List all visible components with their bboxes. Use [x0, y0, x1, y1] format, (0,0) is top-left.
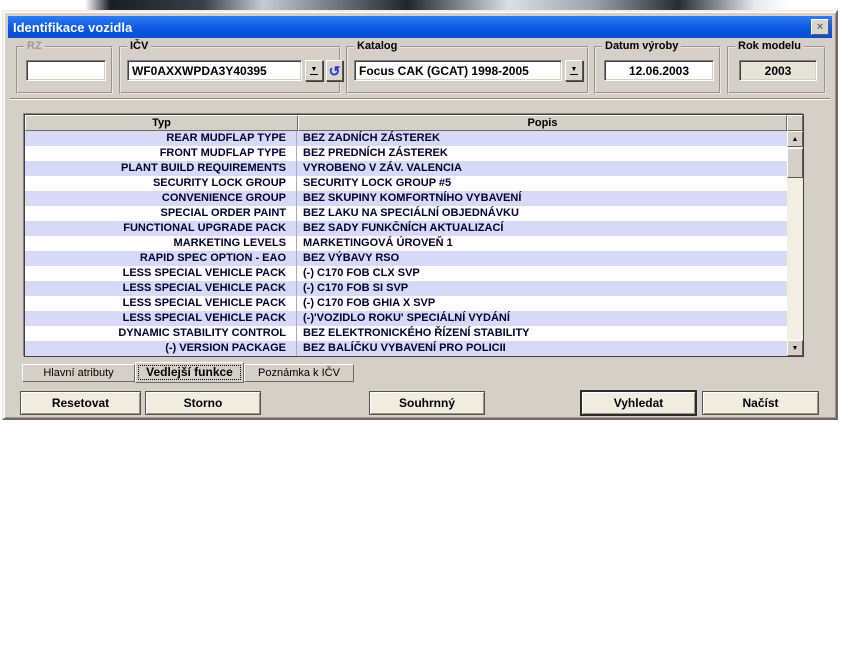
- cell-typ: RAPID SPEC OPTION - EAO: [25, 251, 297, 266]
- storno-button[interactable]: Storno: [145, 391, 261, 415]
- table-row[interactable]: CONVENIENCE GROUP BEZ SKUPINY KOMFORTNÍH…: [25, 191, 787, 206]
- table-row[interactable]: FUNCTIONAL UPGRADE PACK BEZ SADY FUNKČNÍ…: [25, 221, 787, 236]
- cell-popis: BEZ ZADNÍCH ZÁSTEREK: [297, 131, 787, 146]
- close-icon: ×: [817, 21, 823, 33]
- close-button[interactable]: ×: [811, 19, 829, 35]
- icv-dropdown-button[interactable]: ▼: [305, 60, 323, 81]
- cell-popis: (-) C170 FOB GHIA X SVP: [297, 296, 787, 311]
- table-header-corner: [787, 115, 803, 131]
- table-row[interactable]: MARKETING LEVELS MARKETINGOVÁ ÚROVEŇ 1: [25, 236, 787, 251]
- katalog-input[interactable]: [354, 60, 562, 81]
- cell-typ: CONVENIENCE GROUP: [25, 191, 297, 206]
- scroll-down-icon: ▼: [792, 345, 799, 352]
- refresh-icon: ↺: [329, 64, 341, 78]
- column-header-popis: Popis: [298, 115, 787, 131]
- icv-group-label: IČV: [127, 40, 151, 52]
- cell-popis: BEZ SADY FUNKČNÍCH AKTUALIZACÍ: [297, 221, 787, 236]
- table-row[interactable]: (-) VERSION PACKAGE BEZ BALÍČKU VYBAVENÍ…: [25, 341, 787, 356]
- nacist-button[interactable]: Načíst: [702, 391, 819, 415]
- tab-hlavni-atributy[interactable]: Hlavní atributy: [22, 364, 135, 382]
- vyhledat-button[interactable]: Vyhledat: [580, 390, 697, 416]
- table-row[interactable]: PLANT BUILD REQUIREMENTS VYROBENO V ZÁV.…: [25, 161, 787, 176]
- cell-popis: BEZ BALÍČKU VYBAVENÍ PRO POLICII: [297, 341, 787, 356]
- rok-modelu-input: [739, 60, 817, 81]
- tab-label: Vedlejší funkce: [146, 365, 233, 379]
- tab-label: Hlavní atributy: [43, 367, 113, 379]
- cell-typ: MARKETING LEVELS: [25, 236, 297, 251]
- cell-popis: BEZ SKUPINY KOMFORTNÍHO VYBAVENÍ: [297, 191, 787, 206]
- table-row[interactable]: SECURITY LOCK GROUP SECURITY LOCK GROUP …: [25, 176, 787, 191]
- tab-vedlejsi-funkce[interactable]: Vedlejší funkce: [135, 362, 244, 383]
- dialog-identifikace-vozidla: Identifikace vozidla × RZ IČV ▼ ↺ Katalo…: [2, 10, 838, 420]
- table-body: REAR MUDFLAP TYPE BEZ ZADNÍCH ZÁSTEREK F…: [25, 131, 787, 356]
- cell-typ: (-) VERSION PACKAGE: [25, 341, 297, 356]
- rz-group: RZ: [16, 46, 113, 94]
- resetovat-button[interactable]: Resetovat: [20, 391, 141, 415]
- scroll-thumb[interactable]: [787, 148, 803, 178]
- rok-modelu-group-label: Rok modelu: [735, 40, 804, 52]
- table-row[interactable]: RAPID SPEC OPTION - EAO BEZ VÝBAVY RSO: [25, 251, 787, 266]
- katalog-dropdown-button[interactable]: ▼: [565, 60, 583, 81]
- icv-input[interactable]: [127, 60, 302, 81]
- title-bar[interactable]: Identifikace vozidla ×: [8, 16, 832, 38]
- table-scrollbar[interactable]: ▲ ▼: [787, 131, 803, 356]
- cell-typ: PLANT BUILD REQUIREMENTS: [25, 161, 297, 176]
- table-row[interactable]: LESS SPECIAL VEHICLE PACK (-) C170 FOB C…: [25, 266, 787, 281]
- katalog-group: Katalog ▼: [346, 46, 589, 94]
- cell-typ: DYNAMIC STABILITY CONTROL: [25, 326, 297, 341]
- rok-modelu-group: Rok modelu: [727, 46, 826, 94]
- table-header: Typ Popis: [25, 115, 803, 131]
- cell-typ: FUNCTIONAL UPGRADE PACK: [25, 221, 297, 236]
- cell-popis: MARKETINGOVÁ ÚROVEŇ 1: [297, 236, 787, 251]
- cell-typ: LESS SPECIAL VEHICLE PACK: [25, 281, 297, 296]
- table-row[interactable]: LESS SPECIAL VEHICLE PACK (-) C170 FOB G…: [25, 296, 787, 311]
- cell-typ: SPECIAL ORDER PAINT: [25, 206, 297, 221]
- cell-popis: (-)'VOZIDLO ROKU' SPECIÁLNÍ VYDÁNÍ: [297, 311, 787, 326]
- cell-typ: LESS SPECIAL VEHICLE PACK: [25, 266, 297, 281]
- table-row[interactable]: LESS SPECIAL VEHICLE PACK (-) C170 FOB S…: [25, 281, 787, 296]
- scroll-up-button[interactable]: ▲: [787, 131, 803, 147]
- datum-vyroby-input[interactable]: [604, 60, 714, 81]
- cell-popis: SECURITY LOCK GROUP #5: [297, 176, 787, 191]
- combo-drop-icon: ▼: [570, 67, 579, 75]
- table-row[interactable]: REAR MUDFLAP TYPE BEZ ZADNÍCH ZÁSTEREK: [25, 131, 787, 146]
- cell-popis: BEZ ELEKTRONICKÉHO ŘÍZENÍ STABILITY: [297, 326, 787, 341]
- cell-popis: VYROBENO V ZÁV. VALENCIA: [297, 161, 787, 176]
- cell-popis: (-) C170 FOB CLX SVP: [297, 266, 787, 281]
- column-header-typ: Typ: [25, 115, 298, 131]
- table-row[interactable]: LESS SPECIAL VEHICLE PACK (-)'VOZIDLO RO…: [25, 311, 787, 326]
- icv-refresh-button[interactable]: ↺: [326, 60, 343, 81]
- screen: Identifikace vozidla × RZ IČV ▼ ↺ Katalo…: [0, 0, 848, 672]
- table-row[interactable]: FRONT MUDFLAP TYPE BEZ PREDNÍCH ZÁSTEREK: [25, 146, 787, 161]
- cell-popis: BEZ LAKU NA SPECIÁLNÍ OBJEDNÁVKU: [297, 206, 787, 221]
- table-row[interactable]: SPECIAL ORDER PAINT BEZ LAKU NA SPECIÁLN…: [25, 206, 787, 221]
- table-row[interactable]: DYNAMIC STABILITY CONTROL BEZ ELEKTRONIC…: [25, 326, 787, 341]
- icv-group: IČV ▼ ↺: [119, 46, 341, 94]
- cell-popis: (-) C170 FOB SI SVP: [297, 281, 787, 296]
- tab-poznamka-k-icv[interactable]: Poznámka k IČV: [244, 364, 354, 382]
- cell-popis: BEZ PREDNÍCH ZÁSTEREK: [297, 146, 787, 161]
- souhrnny-button[interactable]: Souhrnný: [369, 391, 485, 415]
- separator: [10, 98, 830, 100]
- cell-typ: LESS SPECIAL VEHICLE PACK: [25, 311, 297, 326]
- background-photo-strip: [0, 0, 848, 10]
- attributes-table: Typ Popis REAR MUDFLAP TYPE BEZ ZADNÍCH …: [24, 114, 804, 357]
- katalog-group-label: Katalog: [354, 40, 400, 52]
- scroll-up-icon: ▲: [792, 136, 799, 143]
- tab-label: Poznámka k IČV: [258, 367, 340, 379]
- cell-typ: SECURITY LOCK GROUP: [25, 176, 297, 191]
- cell-typ: REAR MUDFLAP TYPE: [25, 131, 297, 146]
- cell-popis: BEZ VÝBAVY RSO: [297, 251, 787, 266]
- datum-vyroby-group: Datum výroby: [594, 46, 721, 94]
- datum-vyroby-group-label: Datum výroby: [602, 40, 681, 52]
- window-title: Identifikace vozidla: [13, 20, 811, 35]
- scroll-down-button[interactable]: ▼: [787, 340, 803, 356]
- rz-group-label: RZ: [24, 40, 45, 52]
- cell-typ: FRONT MUDFLAP TYPE: [25, 146, 297, 161]
- cell-typ: LESS SPECIAL VEHICLE PACK: [25, 296, 297, 311]
- combo-drop-icon: ▼: [310, 67, 319, 75]
- rz-input[interactable]: [26, 60, 106, 81]
